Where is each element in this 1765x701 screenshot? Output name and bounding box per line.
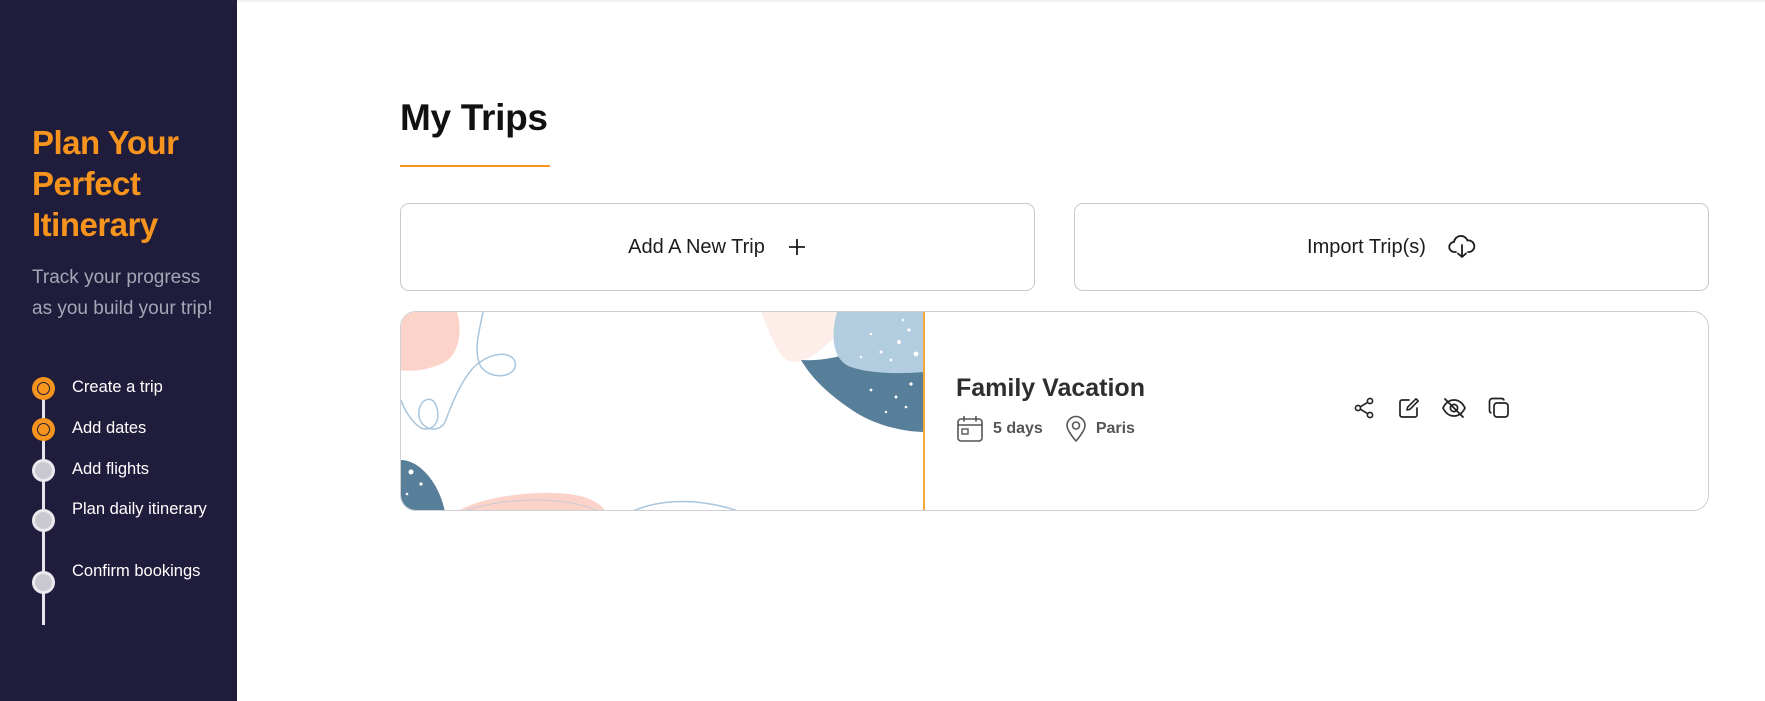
- step-label: Add flights: [72, 460, 150, 478]
- edit-button[interactable]: [1396, 395, 1422, 421]
- step-done-indicator: [32, 377, 55, 400]
- edit-icon: [1399, 398, 1419, 418]
- step-label: Add dates: [72, 419, 147, 437]
- trip-location-text: Paris: [1095, 420, 1135, 437]
- trip-cover-image: [401, 312, 925, 510]
- step-label: Plan daily itinerary: [72, 500, 207, 518]
- step-todo-indicator: [32, 509, 55, 532]
- cloud-download-icon: [1448, 235, 1476, 258]
- step-done-indicator: [32, 418, 55, 441]
- add-trip-label: Add A New Trip: [628, 235, 765, 258]
- hide-button[interactable]: [1441, 395, 1467, 421]
- add-trip-button[interactable]: Add A New Trip: [400, 203, 1035, 291]
- share-icon: [1354, 397, 1374, 419]
- trip-actions: [1351, 395, 1512, 421]
- step-todo-indicator: [32, 571, 55, 594]
- trip-duration: 5 days: [956, 415, 1043, 443]
- trip-duration-text: 5 days: [993, 420, 1043, 437]
- calendar-icon: [957, 415, 983, 442]
- page-title: My Trips: [400, 97, 548, 138]
- trip-card[interactable]: Family Vacation 5 days Paris: [400, 311, 1709, 511]
- trip-meta: 5 days Paris: [956, 414, 1157, 444]
- trip-name[interactable]: Family Vacation: [956, 374, 1145, 403]
- share-button[interactable]: [1351, 395, 1377, 421]
- duplicate-icon: [1488, 397, 1509, 418]
- step-label: Create a trip: [72, 378, 163, 396]
- location-pin-icon: [1066, 415, 1086, 442]
- step-todo-indicator: [32, 459, 55, 482]
- sidebar-subtitle: Track your progress as you build your tr…: [32, 267, 213, 319]
- duplicate-button[interactable]: [1486, 395, 1512, 421]
- import-trips-label: Import Trip(s): [1307, 235, 1426, 258]
- sidebar: Plan Your Perfect Itinerary Track your p…: [0, 0, 237, 701]
- eye-off-icon: [1442, 398, 1466, 418]
- trip-location: Paris: [1065, 415, 1135, 443]
- progress-steps: Create a trip Add dates Add flights Plan…: [30, 377, 230, 627]
- sidebar-title: Plan Your Perfect Itinerary: [32, 124, 179, 243]
- title-underline: [400, 165, 550, 167]
- top-divider: [237, 0, 1765, 2]
- import-trips-button[interactable]: Import Trip(s): [1074, 203, 1709, 291]
- step-label: Confirm bookings: [72, 562, 201, 580]
- app-root: Plan Your Perfect Itinerary Track your p…: [0, 0, 1765, 701]
- plus-icon: [788, 239, 805, 255]
